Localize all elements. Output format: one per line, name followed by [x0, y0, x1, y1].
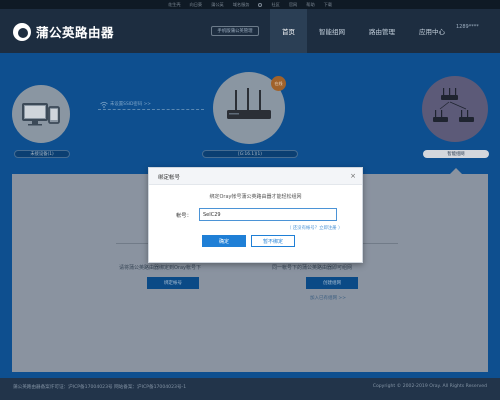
wifi-icon	[100, 101, 108, 108]
topbar-link[interactable]: 向日葵	[190, 2, 203, 8]
bind-account-button[interactable]: 绑定帐号	[147, 277, 199, 289]
dialog-description: 绑定Oray帐号蒲公英路由器才能轻松组网	[209, 194, 302, 200]
devices-circle[interactable]	[12, 85, 70, 143]
create-network-hint: 同一帐号下的蒲公英路由器即可组网	[272, 265, 353, 271]
topbar-link[interactable]: 花生壳	[168, 2, 181, 8]
logo[interactable]: 蒲公英路由器	[13, 22, 114, 41]
create-network-button[interactable]: 创建组网	[306, 277, 358, 289]
bind-account-hint: 请将蒲公英路由器绑定到Oray帐号下	[119, 265, 202, 271]
logo-text: 蒲公英路由器	[36, 25, 115, 40]
topbar-link[interactable]: 蒲公英	[211, 2, 224, 8]
register-link[interactable]: （ 还没有帐号？立即注册 ）	[287, 225, 342, 231]
topbar-link[interactable]: 下载	[324, 2, 332, 8]
network-circle[interactable]	[422, 76, 488, 142]
account-label: 帐号：	[176, 213, 192, 219]
header: 蒲公英路由器 手机版蒲公英管理 首页 智能组网 路由管理 应用中心 1289**…	[0, 9, 500, 53]
bind-account-dialog: 绑定帐号 × 绑定Oray帐号蒲公英路由器才能轻松组网 帐号： （ 还没有帐号？…	[148, 167, 363, 263]
nav-router-admin[interactable]: 路由管理	[357, 9, 407, 53]
network-chip[interactable]: 智能组网	[423, 150, 489, 158]
close-icon[interactable]: ×	[350, 171, 356, 181]
topbar-link[interactable]: 社区	[271, 2, 279, 8]
footer-license: 蒲公英路由器备案许可证：沪ICP备17004023号 网站备案：沪ICP备170…	[13, 385, 187, 390]
user-account[interactable]: 1289****	[456, 24, 479, 30]
refresh-icon	[258, 2, 263, 7]
dialog-title: 绑定帐号	[158, 175, 181, 181]
nav-home[interactable]: 首页	[270, 9, 307, 53]
topbar-link[interactable]: 官网	[289, 2, 297, 8]
mobile-admin-button[interactable]: 手机版蒲公英管理	[211, 26, 259, 36]
nav-app-center[interactable]: 应用中心	[407, 9, 457, 53]
join-network-link[interactable]: 加入已有组网 >>	[310, 295, 346, 301]
ssid-warning-text: 未设置SSID密码 >>	[110, 102, 151, 107]
top-utility-bar: 花生壳 向日葵 蒲公英 域名服务 社区 官网 帮助 下载	[0, 0, 500, 9]
devices-chip[interactable]: 未接设备(1)	[14, 150, 70, 158]
online-badge: 在线	[271, 76, 286, 91]
topbar-link[interactable]: 帮助	[306, 2, 314, 8]
footer: 蒲公英路由器备案许可证：沪ICP备17004023号 网站备案：沪ICP备170…	[0, 378, 500, 400]
network-routers-icon	[433, 88, 474, 122]
router-chip[interactable]: [G:16.1](1)	[202, 150, 298, 158]
account-input[interactable]	[199, 208, 337, 221]
dashed-connector-line	[98, 109, 204, 110]
devices-icon	[22, 103, 60, 126]
dialog-header: 绑定帐号 ×	[149, 168, 362, 185]
ssid-connector[interactable]: 未设置SSID密码 >>	[98, 101, 204, 111]
confirm-button[interactable]: 确定	[202, 235, 246, 247]
topbar-link[interactable]: 域名服务	[233, 2, 250, 8]
footer-copyright: Copyright © 2002-2019 Oray. All Rights R…	[372, 384, 487, 389]
logo-icon	[13, 22, 31, 41]
main-nav: 首页 智能组网 路由管理 应用中心	[270, 9, 457, 53]
nav-network[interactable]: 智能组网	[307, 9, 357, 53]
skip-binding-button[interactable]: 暂不绑定	[251, 235, 295, 247]
